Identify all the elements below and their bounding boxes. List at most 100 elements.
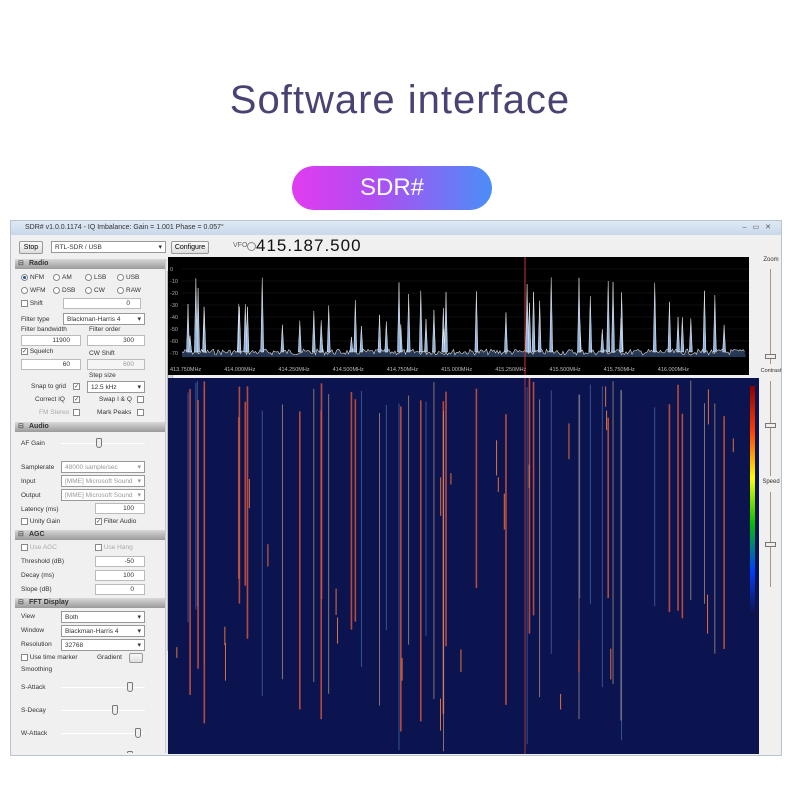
filter-audio-label: Filter Audio (104, 518, 137, 525)
swap-iq-checkbox[interactable] (137, 396, 144, 403)
samplerate-select[interactable]: 48000 sample/sec (61, 461, 145, 473)
input-select[interactable]: [MME] Microsoft Sound (61, 475, 145, 487)
resolution-select[interactable]: 32768 (61, 639, 145, 651)
mode-radio-cw[interactable]: CW (85, 287, 105, 294)
freq-tick: 414.500MHz (333, 367, 364, 373)
radio-button[interactable] (21, 287, 28, 294)
w-attack-slider[interactable] (61, 733, 145, 734)
slider-thumb[interactable] (127, 682, 133, 692)
cw-shift-label: CW Shift (89, 350, 115, 357)
slider-thumb[interactable] (135, 728, 141, 738)
mode-radio-wfm[interactable]: WFM (21, 287, 46, 294)
mode-radio-raw[interactable]: RAW (117, 287, 141, 294)
correct-iq-checkbox[interactable]: ✓ (73, 396, 80, 403)
mode-radio-am[interactable]: AM (53, 274, 72, 281)
snap-checkbox[interactable]: ✓ (73, 383, 80, 390)
spectrum-peak (538, 301, 541, 352)
input-label: Input (21, 478, 35, 485)
unity-gain-label: Unity Gain (30, 518, 60, 525)
freq-tick: 415.750MHz (604, 367, 635, 373)
samplerate-label: Samplerate (21, 464, 54, 471)
device-select[interactable]: RTL-SDR / USB (51, 241, 166, 253)
fft-section-header[interactable]: FFT Display (15, 598, 165, 608)
radio-button[interactable] (53, 287, 60, 294)
radio-button[interactable] (53, 274, 60, 281)
contrast-slider[interactable] (770, 381, 771, 476)
window-controls[interactable]: –▭✕ (743, 223, 777, 231)
output-select[interactable]: [MME] Microsoft Sound (61, 489, 145, 501)
use-hang-checkbox[interactable] (95, 544, 102, 551)
s-attack-slider[interactable] (61, 687, 145, 688)
fm-stereo-label: FM Stereo (39, 409, 69, 416)
filter-bandwidth-input[interactable]: 11900 (21, 335, 81, 346)
radio-button[interactable] (85, 287, 92, 294)
cw-shift-input[interactable]: 600 (87, 359, 145, 370)
spectrum-peak (689, 318, 692, 352)
spectrum-peak (601, 329, 604, 352)
mode-radio-dsb[interactable]: DSB (53, 287, 75, 294)
mode-radio-nfm[interactable]: NFM (21, 274, 44, 281)
slider-thumb[interactable] (127, 751, 133, 753)
contrast-thumb[interactable] (765, 423, 776, 428)
mode-radio-lsb[interactable]: LSB (85, 274, 106, 281)
fm-stereo-checkbox[interactable] (73, 409, 80, 416)
time-marker-checkbox[interactable] (21, 654, 28, 661)
mark-peaks-checkbox[interactable] (137, 409, 144, 416)
latency-input[interactable]: 100 (95, 503, 145, 514)
threshold-input[interactable]: -50 (95, 556, 145, 567)
radio-section-header[interactable]: Radio (15, 259, 165, 269)
window-select[interactable]: Blackman-Harris 4 (61, 625, 145, 637)
slope-input[interactable]: 0 (95, 584, 145, 595)
shift-checkbox[interactable] (21, 300, 28, 307)
mode-label: CW (94, 287, 105, 294)
unity-gain-checkbox[interactable] (21, 518, 28, 525)
use-agc-checkbox[interactable] (21, 544, 28, 551)
af-gain-thumb[interactable] (96, 438, 102, 448)
spectrum-peak (320, 320, 323, 352)
radio-button[interactable] (117, 287, 124, 294)
filter-order-input[interactable]: 300 (87, 335, 145, 346)
db-tick: -70 (170, 351, 178, 357)
spectrum-peak (445, 292, 448, 352)
decay-input[interactable]: 100 (95, 570, 145, 581)
step-size-select[interactable]: 12.5 kHz (87, 381, 145, 393)
window-title: SDR# v1.0.0.1174 - IQ Imbalance: Gain = … (25, 224, 224, 231)
db-tick: -40 (170, 315, 178, 321)
speed-slider[interactable] (770, 492, 771, 587)
zoom-slider[interactable] (770, 269, 771, 364)
freq-tick: 414.250MHz (278, 367, 309, 373)
squelch-checkbox[interactable]: ✓ (21, 348, 28, 355)
zoom-thumb[interactable] (765, 354, 776, 359)
shift-label: Shift (30, 300, 43, 307)
filter-audio-checkbox[interactable]: ✓ (95, 518, 102, 525)
audio-section-header[interactable]: Audio (15, 422, 165, 432)
radio-button[interactable] (21, 274, 28, 281)
speed-thumb[interactable] (765, 542, 776, 547)
af-gain-slider[interactable] (61, 443, 145, 444)
radio-button[interactable] (85, 274, 92, 281)
s-decay-slider[interactable] (61, 710, 145, 711)
filter-type-select[interactable]: Blackman-Harris 4 (63, 313, 145, 325)
spectrum-peak (424, 319, 427, 352)
squelch-input[interactable]: 60 (21, 359, 81, 370)
product-badge: SDR# (292, 166, 492, 210)
spectrum-display[interactable]: 0-10-20-30-40-50-60-70413.750MHz414.000M… (168, 257, 749, 375)
spectrum-peak (703, 291, 706, 352)
mode-label: USB (126, 274, 139, 281)
shift-input[interactable]: 0 (63, 298, 141, 309)
slider-thumb[interactable] (112, 705, 118, 715)
gradient-button[interactable] (129, 653, 143, 663)
frequency-display[interactable]: 415.187.500 (256, 236, 362, 256)
vfo-radio[interactable] (247, 242, 256, 251)
threshold-label: Threshold (dB) (21, 558, 64, 565)
agc-section-header[interactable]: AGC (15, 530, 165, 540)
db-tick: -50 (170, 327, 178, 333)
db-tick: -20 (170, 291, 178, 297)
mode-radio-usb[interactable]: USB (117, 274, 139, 281)
radio-button[interactable] (117, 274, 124, 281)
stop-button[interactable]: Stop (19, 241, 43, 254)
configure-button[interactable]: Configure (171, 241, 209, 254)
spectrum-peak (298, 321, 301, 352)
view-select[interactable]: Both (61, 611, 145, 623)
waterfall-display[interactable] (168, 378, 759, 754)
